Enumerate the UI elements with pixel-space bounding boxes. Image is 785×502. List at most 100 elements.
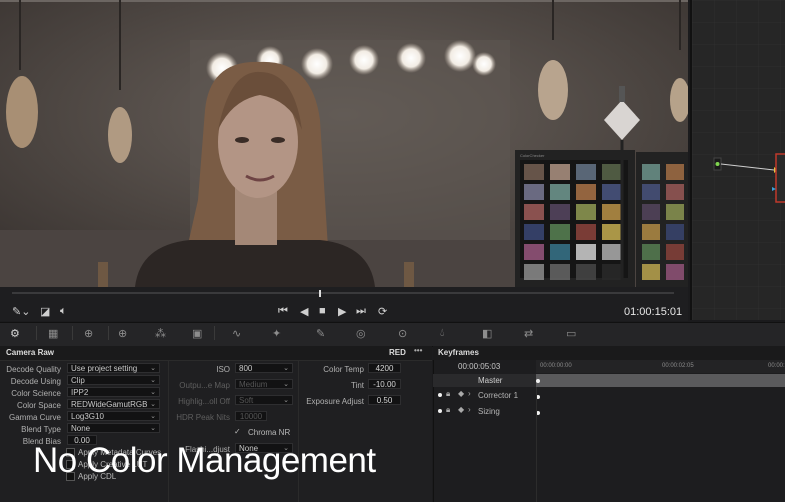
- raw-setting-select[interactable]: Clip ⌄: [67, 375, 160, 385]
- panel-title: Camera Raw: [6, 348, 55, 357]
- color-patch: [666, 184, 684, 200]
- color-patch: [550, 204, 570, 220]
- master-track-bar[interactable]: [536, 374, 785, 387]
- video-viewer[interactable]: ColorChecker: [0, 0, 688, 287]
- node-editor[interactable]: [690, 0, 785, 320]
- hdr-peak-nits-field[interactable]: 10000: [235, 411, 267, 421]
- color-patch: [642, 244, 660, 260]
- blur-icon[interactable]: 💧︎: [440, 327, 444, 340]
- chevron-right-icon[interactable]: ›: [468, 389, 471, 398]
- master-label: Master: [478, 376, 503, 385]
- color-patch: [550, 224, 570, 240]
- viewer-mode-icon[interactable]: ◪: [40, 305, 50, 318]
- color-patch: [642, 204, 660, 220]
- raw-setting-select[interactable]: IPP2 ⌄: [67, 387, 160, 397]
- raw-setting-select[interactable]: None ⌄: [67, 423, 160, 433]
- color-patch: [602, 244, 622, 260]
- color-match-icon[interactable]: ▦: [48, 327, 58, 340]
- keyframes-title: Keyframes: [438, 348, 479, 357]
- viewer-frame: ColorChecker: [0, 0, 688, 287]
- diamond-icon[interactable]: ◆: [458, 405, 464, 414]
- color-patch: [602, 204, 622, 220]
- color-patch: [666, 224, 684, 240]
- scrubber-track[interactable]: [12, 292, 674, 294]
- color-patch: [576, 184, 596, 200]
- chevron-right-icon[interactable]: ›: [468, 405, 471, 414]
- reverse-play-icon[interactable]: ◀: [300, 305, 308, 318]
- output-map-label: Outpu...e Map: [179, 381, 230, 390]
- 3d-icon[interactable]: ▭: [566, 327, 576, 340]
- audio-icon[interactable]: 🔈︎: [60, 305, 67, 318]
- sizing-label: Sizing: [478, 407, 500, 416]
- color-patch: [602, 184, 622, 200]
- color-patch: [576, 224, 596, 240]
- color-patch: [524, 164, 544, 180]
- iso-label: ISO: [216, 365, 230, 374]
- lock-icon[interactable]: 🔒︎: [446, 405, 450, 415]
- node-input-dot: [715, 162, 720, 166]
- raw-setting-label: Decode Quality: [6, 365, 61, 374]
- hdr-wheels-icon[interactable]: ⊕: [118, 327, 127, 340]
- skip-end-icon[interactable]: ⏭︎: [356, 305, 366, 318]
- raw-setting-label: Color Science: [11, 389, 61, 398]
- raw-setting-label: Blend Type: [21, 425, 61, 434]
- sizing-icon[interactable]: ⇄: [524, 327, 533, 340]
- raw-setting-select[interactable]: REDWideGamutRGB ⌄: [67, 399, 160, 409]
- curves-icon[interactable]: ∿: [232, 327, 241, 340]
- color-patch: [576, 264, 596, 280]
- keyframe-dot-icon[interactable]: [438, 393, 442, 397]
- play-icon[interactable]: ▶: [338, 305, 346, 318]
- raw-setting-select[interactable]: Use project setting ⌄: [67, 363, 160, 373]
- loop-icon[interactable]: ⟳: [378, 305, 387, 318]
- corrector-label: Corrector 1: [478, 391, 519, 400]
- color-patch: [524, 264, 544, 280]
- output-map-select[interactable]: Medium ⌄: [235, 379, 293, 389]
- color-patch: [642, 184, 660, 200]
- rgb-mixer-icon[interactable]: ⁂: [155, 327, 166, 340]
- white-balance-field[interactable]: -10.00: [368, 379, 401, 389]
- color-patch: [576, 204, 596, 220]
- white-balance-label: Tint: [350, 381, 364, 390]
- camera-raw-header: [0, 346, 432, 361]
- lock-icon[interactable]: 🔒︎: [446, 389, 450, 399]
- keyframes-header: [433, 346, 785, 360]
- highlight-rolloff-label: Highlig...oll Off: [178, 397, 230, 406]
- playhead[interactable]: [319, 290, 321, 297]
- color-patch: [576, 244, 596, 260]
- chroma-nr-label: Chroma NR: [248, 428, 291, 437]
- raw-format-label: RED: [389, 348, 406, 357]
- panel-options-icon[interactable]: •••: [414, 346, 422, 355]
- key-icon[interactable]: ◧: [482, 327, 492, 340]
- color-wheels-icon[interactable]: ⊕: [84, 327, 93, 340]
- color-warper-icon[interactable]: ✦: [272, 327, 281, 340]
- motion-effects-icon[interactable]: ▣: [192, 327, 202, 340]
- camera-raw-icon[interactable]: ⚙: [10, 327, 20, 340]
- ruler-tick-label: 00:00:02:05: [662, 363, 694, 369]
- ruler-tick-label: 00:00:: [768, 363, 785, 369]
- toolbar-divider: [108, 326, 109, 340]
- color-patch: [642, 224, 660, 240]
- skip-start-icon[interactable]: ⏮︎: [278, 305, 288, 318]
- highlight-rolloff-select[interactable]: Soft ⌄: [235, 395, 293, 405]
- qualifier-icon[interactable]: ✎: [316, 327, 325, 340]
- white-balance-field[interactable]: 0.50: [368, 395, 401, 405]
- stop-icon[interactable]: ■: [319, 305, 326, 317]
- node-graph: [692, 0, 785, 320]
- raw-setting-label: Decode Using: [10, 377, 61, 386]
- chart-brand-text: ColorChecker: [520, 153, 545, 158]
- chroma-nr-checkbox[interactable]: ✓: [234, 427, 241, 436]
- pick-tool-icon[interactable]: ✎⌄: [12, 305, 30, 318]
- color-patch: [666, 204, 684, 220]
- track-divider: [536, 387, 537, 502]
- keyframe-ruler[interactable]: [536, 360, 785, 373]
- iso-select[interactable]: 800 ⌄: [235, 363, 293, 373]
- raw-setting-select[interactable]: Log3G10 ⌄: [67, 411, 160, 421]
- diamond-icon[interactable]: ◆: [458, 389, 464, 398]
- tracker-icon[interactable]: ⊙: [398, 327, 407, 340]
- keyframe-dot-icon[interactable]: [438, 409, 442, 413]
- window-icon[interactable]: ◎: [356, 327, 366, 340]
- color-patch: [666, 264, 684, 280]
- color-patch: [524, 224, 544, 240]
- master-keyframe[interactable]: [536, 379, 540, 383]
- white-balance-field[interactable]: 4200: [368, 363, 401, 373]
